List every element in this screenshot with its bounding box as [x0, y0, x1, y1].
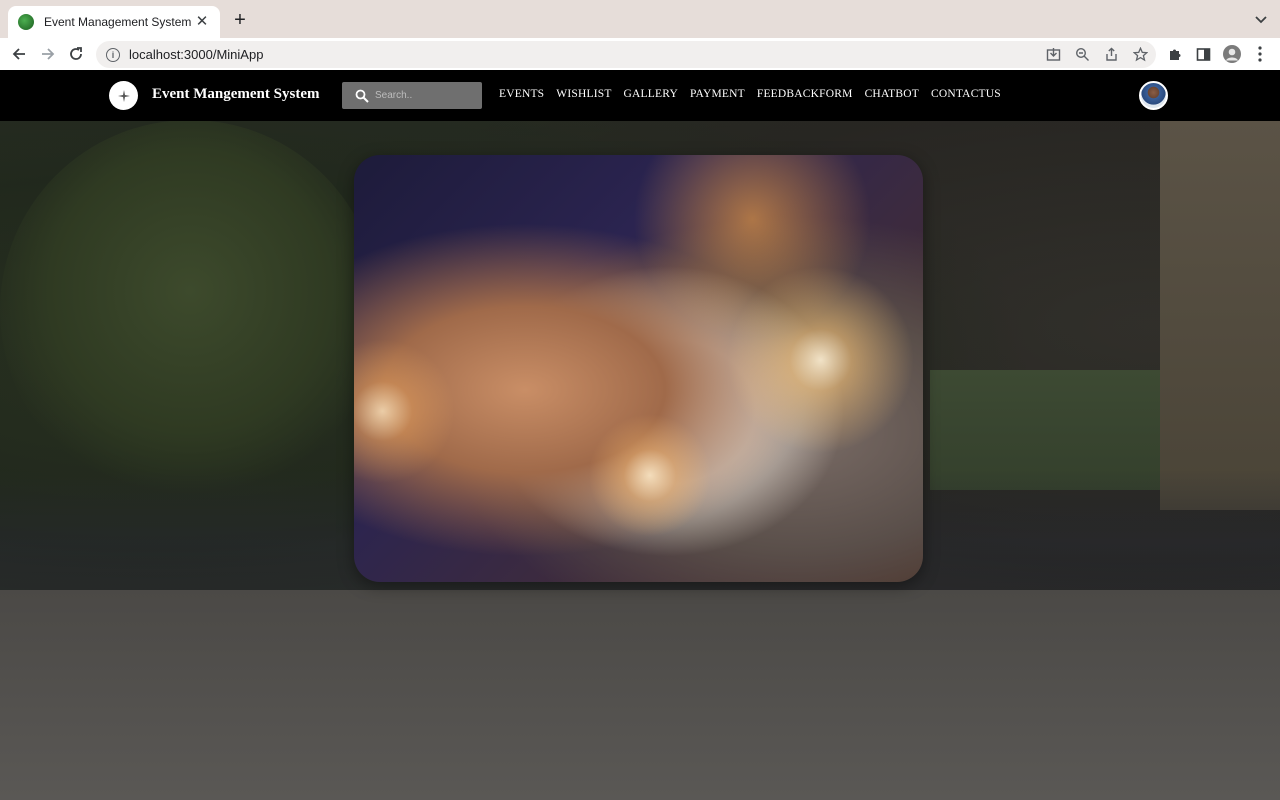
hero-party-image — [354, 155, 923, 582]
reload-icon[interactable] — [65, 43, 87, 65]
download-icon[interactable] — [1044, 45, 1063, 64]
info-icon[interactable]: i — [106, 47, 120, 62]
browser-tab[interactable]: Event Management System ✕ — [8, 6, 220, 38]
nav-link-events[interactable]: EVENTS — [499, 88, 544, 100]
browser-toolbar: i localhost:3000/MiniApp — [0, 38, 1280, 70]
star-icon[interactable] — [1131, 45, 1150, 64]
nav-link-contactus[interactable]: CONTACTUS — [931, 88, 1001, 100]
nav-links: EVENTS WISHLIST GALLERY PAYMENT FEEDBACK… — [499, 88, 1001, 100]
search-box[interactable] — [342, 82, 482, 109]
address-bar[interactable]: i localhost:3000/MiniApp — [96, 41, 1156, 68]
plus-icon[interactable]: + — [230, 10, 250, 30]
navbar: Event Mangement System EVENTS WISHLIST G… — [0, 70, 1280, 121]
puzzle-icon[interactable] — [1165, 44, 1185, 64]
logo[interactable] — [109, 81, 138, 110]
background-ground — [0, 590, 1280, 800]
profile-avatar[interactable] — [1222, 44, 1242, 64]
background-tree — [0, 120, 380, 500]
nav-link-feedbackform[interactable]: FEEDBACKFORM — [757, 88, 853, 100]
chevron-down-icon[interactable] — [1254, 12, 1268, 26]
search-input[interactable] — [375, 90, 475, 101]
back-arrow-icon[interactable] — [8, 43, 30, 65]
brand-title[interactable]: Event Mangement System — [152, 86, 319, 103]
zoom-icon[interactable] — [1073, 45, 1092, 64]
background-castle — [1160, 120, 1280, 510]
share-icon[interactable] — [1102, 45, 1121, 64]
side-panel-icon[interactable] — [1193, 44, 1213, 64]
kebab-menu-icon[interactable] — [1250, 44, 1270, 64]
nav-link-wishlist[interactable]: WISHLIST — [556, 88, 611, 100]
nav-link-gallery[interactable]: GALLERY — [624, 88, 678, 100]
user-avatar[interactable] — [1139, 81, 1168, 110]
web-page: Event Mangement System EVENTS WISHLIST G… — [0, 70, 1280, 800]
search-icon — [355, 89, 369, 103]
close-icon[interactable]: ✕ — [194, 14, 210, 30]
logo-icon — [117, 89, 130, 102]
url-text[interactable]: localhost:3000/MiniApp — [129, 47, 263, 62]
browser-tabstrip: Event Management System ✕ + — [0, 0, 1280, 38]
nav-link-payment[interactable]: PAYMENT — [690, 88, 745, 100]
forward-arrow-icon[interactable] — [37, 43, 59, 65]
nav-link-chatbot[interactable]: CHATBOT — [865, 88, 919, 100]
tab-title: Event Management System — [44, 15, 192, 29]
globe-favicon-icon — [18, 14, 34, 30]
